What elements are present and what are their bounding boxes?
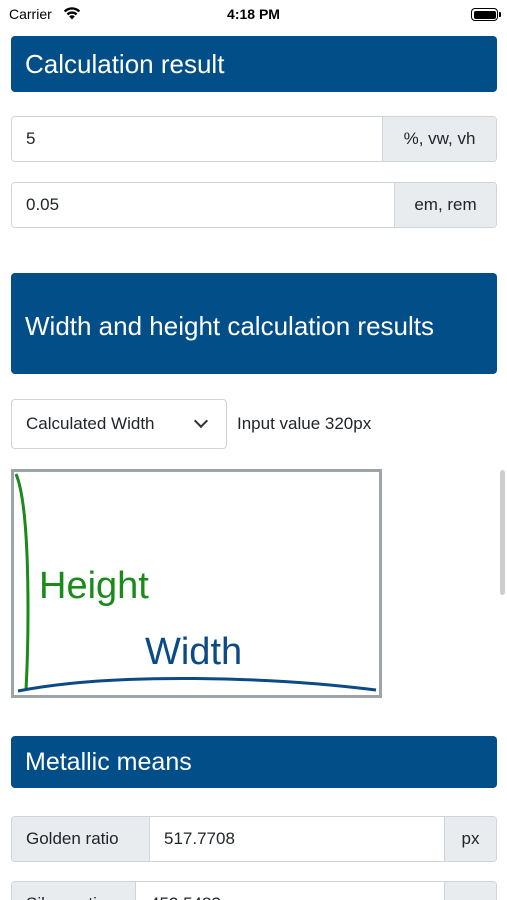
section-header-width-height: Width and height calculation results [11, 273, 497, 374]
metallic-label: Silver ratio [12, 882, 136, 900]
height-brace-curve [14, 473, 30, 691]
metallic-row-silver: Silver ratio 452.5483 px [11, 881, 497, 900]
clock: 4:18 PM [227, 6, 280, 22]
battery-icon [471, 8, 501, 21]
height-label: Height [39, 565, 149, 607]
chevron-down-icon [193, 413, 209, 429]
width-label: Width [145, 631, 243, 673]
percent-input-group: 5 %, vw, vh [11, 116, 497, 162]
section-title: Calculation result [25, 49, 225, 79]
percent-value-field[interactable]: 5 [12, 117, 382, 161]
input-value-note: Input value 320px [237, 414, 372, 433]
width-height-diagram: Height Width [11, 469, 382, 698]
metallic-row-golden: Golden ratio 517.7708 px [11, 816, 497, 862]
section-title: Metallic means [25, 748, 192, 776]
section-title: Width and height calculation results [25, 310, 435, 341]
width-brace-curve [17, 676, 377, 693]
dimension-select[interactable]: Calculated Width [11, 399, 227, 449]
metallic-unit: px [444, 817, 496, 861]
dimension-select-value: Calculated Width [26, 414, 155, 433]
metallic-value-field[interactable]: 452.5483 [136, 882, 444, 900]
metallic-unit: px [444, 882, 496, 900]
em-value-field[interactable]: 0.05 [12, 183, 394, 227]
metallic-value-field[interactable]: 517.7708 [150, 817, 444, 861]
scrollbar[interactable] [500, 470, 505, 595]
status-bar: Carrier 4:18 PM [0, 0, 507, 30]
percent-unit-label: %, vw, vh [382, 117, 496, 161]
em-input-group: 0.05 em, rem [11, 182, 497, 228]
metallic-label: Golden ratio [12, 817, 150, 861]
em-unit-label: em, rem [394, 183, 496, 227]
section-header-metallic-means: Metallic means [11, 736, 497, 788]
section-header-calculation-result: Calculation result [11, 36, 497, 92]
